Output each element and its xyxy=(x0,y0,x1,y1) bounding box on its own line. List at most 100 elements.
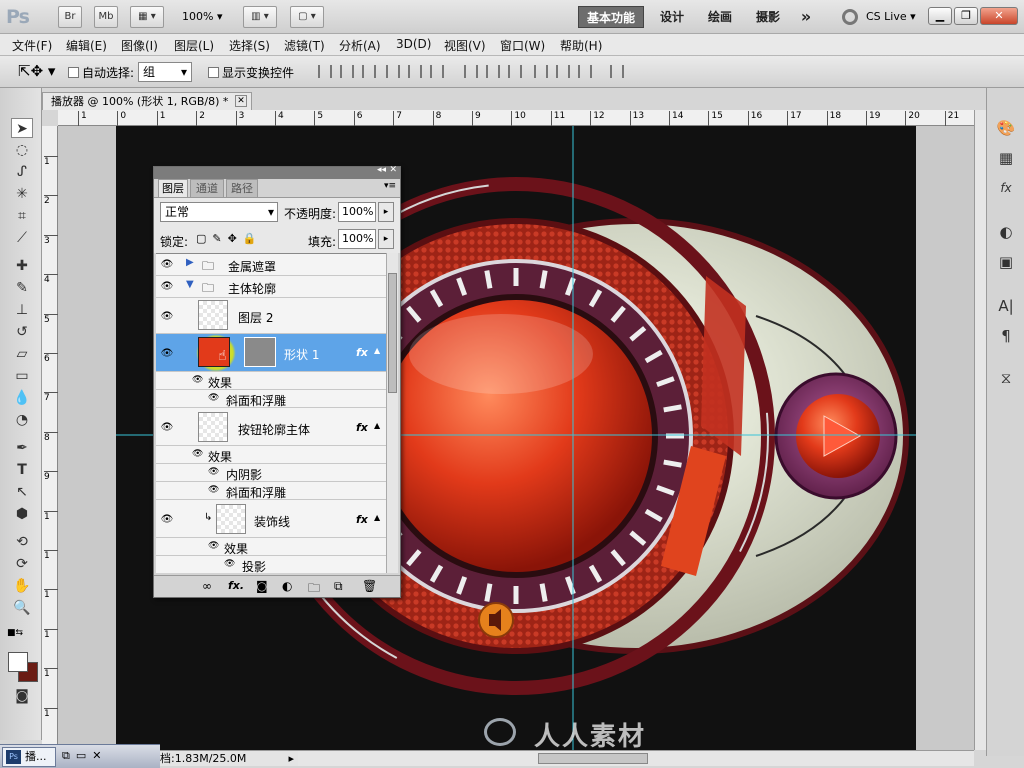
distribute-hcenter-icon[interactable] xyxy=(556,65,570,78)
visibility-eye-icon[interactable]: 👁 xyxy=(160,281,174,292)
align-vcenter-icon[interactable] xyxy=(340,65,354,78)
align-bottom-icon[interactable] xyxy=(362,65,376,78)
shape-tool-icon[interactable]: ⬢ xyxy=(11,504,33,524)
add-mask-icon[interactable]: ◙ xyxy=(256,579,268,593)
effects-row[interactable]: 👁 效果 xyxy=(156,446,386,464)
3d-rotate-tool-icon[interactable]: ⟲ xyxy=(11,532,33,552)
arrange-documents-button[interactable]: ▥ ▾ xyxy=(243,6,277,28)
tab-paths[interactable]: 路径 xyxy=(226,179,258,197)
close-button[interactable]: ✕ xyxy=(980,7,1018,25)
align-right-icon[interactable] xyxy=(430,65,444,78)
hand-tool-icon[interactable]: ✋ xyxy=(11,576,33,596)
distribute-left-icon[interactable] xyxy=(534,65,548,78)
menu-analysis[interactable]: 分析(A) xyxy=(339,37,381,54)
layers-scroll-thumb[interactable] xyxy=(388,273,397,393)
visibility-eye-icon[interactable]: 👁 xyxy=(160,348,174,359)
fill-slider-button[interactable]: ▸ xyxy=(378,229,394,249)
layers-scrollbar[interactable] xyxy=(386,253,398,573)
menu-help[interactable]: 帮助(H) xyxy=(560,37,602,54)
effects-row[interactable]: 👁 效果 xyxy=(156,538,386,556)
distribute-top-icon[interactable] xyxy=(464,65,478,78)
marquee-tool-icon[interactable]: ◌ xyxy=(11,140,33,160)
auto-align-icon[interactable] xyxy=(610,65,624,78)
move-tool-icon[interactable]: ➤ xyxy=(11,118,33,138)
quick-mask-icon[interactable]: ◙ xyxy=(11,686,33,706)
horizontal-scroll-thumb[interactable] xyxy=(538,753,648,764)
visibility-eye-icon[interactable]: 👁 xyxy=(160,514,174,525)
3d-orbit-tool-icon[interactable]: ⟳ xyxy=(11,554,33,574)
horizontal-scrollbar[interactable] xyxy=(298,750,974,766)
vertical-ruler[interactable]: 1234567891111111 xyxy=(42,126,58,758)
move-tool-preset-icon[interactable]: ⇱✥ ▾ xyxy=(18,62,55,80)
distribute-bottom-icon[interactable] xyxy=(508,65,522,78)
eraser-tool-icon[interactable]: ▱ xyxy=(11,344,33,364)
collapse-panel-icon[interactable]: ◂◂ xyxy=(377,165,386,175)
layer-row-metal-mask-group[interactable]: 👁 ▶ 🗀 金属遮罩 xyxy=(156,254,386,276)
panel-title-bar[interactable]: ◂◂ ✕ xyxy=(154,165,400,179)
collapse-arrow-icon[interactable]: ▼ xyxy=(186,279,194,290)
align-top-icon[interactable] xyxy=(318,65,332,78)
vertical-scrollbar[interactable] xyxy=(974,110,986,750)
lasso-tool-icon[interactable]: ᔑ xyxy=(11,162,33,182)
panel-menu-icon[interactable]: ▾≡ xyxy=(384,181,396,191)
menu-image[interactable]: 图像(I) xyxy=(121,37,158,54)
show-transform-checkbox[interactable] xyxy=(208,67,219,78)
healing-brush-tool-icon[interactable]: ✚ xyxy=(11,256,33,276)
eyedropper-tool-icon[interactable]: ⟋ xyxy=(11,228,33,248)
layer-row-button-outline-body[interactable]: 👁 按钮轮廓主体 fx ▲ xyxy=(156,408,386,446)
new-group-icon[interactable]: 🗀 xyxy=(308,579,320,600)
workspace-design[interactable]: 设计 xyxy=(652,6,692,28)
align-hcenter-icon[interactable] xyxy=(408,65,422,78)
styles-panel-icon[interactable]: fx xyxy=(995,178,1017,198)
workspace-essentials[interactable]: 基本功能 xyxy=(578,6,644,28)
history-brush-tool-icon[interactable]: ↺ xyxy=(11,322,33,342)
effects-row[interactable]: 👁 效果 xyxy=(156,372,386,390)
restore-button[interactable]: ❐ xyxy=(954,7,978,25)
more-workspaces-button[interactable]: » xyxy=(792,6,820,28)
effects-toggle-arrow-icon[interactable]: ▲ xyxy=(374,346,380,355)
menu-select[interactable]: 选择(S) xyxy=(229,37,270,54)
horizontal-ruler[interactable]: 1 0 1 2 3 4 5 6 7 8 9 10 11 12 13 14 15 16 17 18 19 20 21 xyxy=(58,110,974,126)
visibility-eye-icon[interactable]: 👁 xyxy=(160,311,174,322)
layer-row-decoration-line[interactable]: 👁 ↳ 装饰线 fx ▲ xyxy=(156,500,386,538)
link-layers-icon[interactable]: ∞ xyxy=(202,579,212,593)
taskbar-window-controls[interactable]: ⧉▭✕ xyxy=(62,749,107,763)
cslive-menu[interactable]: CS Live ▾ xyxy=(866,10,916,23)
type-tool-icon[interactable]: T xyxy=(11,460,33,480)
path-selection-tool-icon[interactable]: ↖ xyxy=(11,482,33,502)
menu-file[interactable]: 文件(F) xyxy=(12,37,52,54)
distribute-vcenter-icon[interactable] xyxy=(486,65,500,78)
auto-select-checkbox[interactable] xyxy=(68,67,79,78)
adjustments-panel-icon[interactable]: ▦ xyxy=(995,148,1017,168)
opacity-slider-button[interactable]: ▸ xyxy=(378,202,394,222)
lock-buttons[interactable]: ▢✎✥🔒 xyxy=(196,232,263,245)
layer-row-main-outline-group[interactable]: 👁 ▼ 🗀 主体轮廓 xyxy=(156,276,386,298)
zoom-tool-icon[interactable]: 🔍 xyxy=(11,598,33,618)
gradient-tool-icon[interactable]: ▭ xyxy=(11,366,33,386)
swatches-panel-icon[interactable]: 🎨 xyxy=(995,118,1017,138)
add-layer-style-icon[interactable]: fx. xyxy=(228,579,244,592)
menu-filter[interactable]: 滤镜(T) xyxy=(284,37,325,54)
document-tab[interactable]: 播放器 @ 100% (形状 1, RGB/8) * ✕ xyxy=(42,92,252,110)
menu-3d[interactable]: 3D(D) xyxy=(396,37,431,51)
effects-toggle-arrow-icon[interactable]: ▲ xyxy=(374,421,380,430)
visibility-eye-icon[interactable]: 👁 xyxy=(208,393,219,403)
distribute-right-icon[interactable] xyxy=(578,65,592,78)
menu-window[interactable]: 窗口(W) xyxy=(500,37,545,54)
layer-row-layer2[interactable]: 👁 图层 2 xyxy=(156,298,386,334)
foreground-color-swatch[interactable] xyxy=(8,652,28,672)
clone-stamp-tool-icon[interactable]: ⊥ xyxy=(11,300,33,320)
workspace-painting[interactable]: 绘画 xyxy=(700,6,740,28)
align-left-icon[interactable] xyxy=(386,65,400,78)
bridge-button[interactable]: Br xyxy=(58,6,82,28)
visibility-eye-icon[interactable]: 👁 xyxy=(192,375,203,385)
status-bar[interactable]: 档:1.83M/25.0M ▸ xyxy=(150,750,298,766)
masks-panel-icon[interactable]: ◐ xyxy=(995,222,1017,242)
fill-input[interactable]: 100% xyxy=(338,229,376,249)
minimize-button[interactable]: ▁ xyxy=(928,7,952,25)
zoom-level-dropdown[interactable]: 100% ▾ xyxy=(182,10,222,23)
effect-row-inner-shadow[interactable]: 👁 内阴影 xyxy=(156,464,386,482)
visibility-eye-icon[interactable]: 👁 xyxy=(192,449,203,459)
visibility-eye-icon[interactable]: 👁 xyxy=(160,422,174,433)
tab-layers[interactable]: 图层 xyxy=(158,179,188,197)
